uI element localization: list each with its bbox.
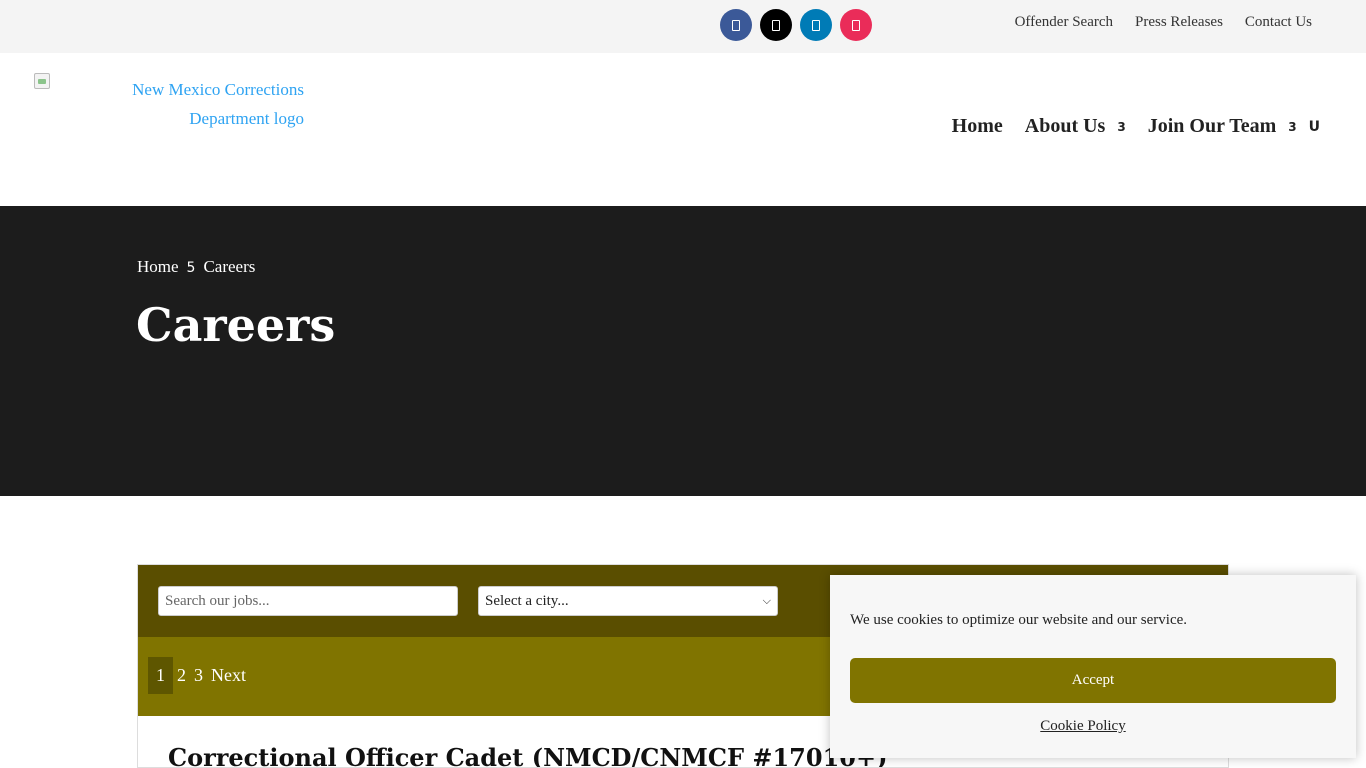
logo-alt-line-1: New Mexico Corrections — [132, 80, 304, 99]
nav-item-about-us[interactable]: About Us 3 — [1025, 115, 1126, 138]
cookie-banner: We use cookies to optimize our website a… — [830, 575, 1356, 758]
site-logo[interactable]: New Mexico Corrections Department logo — [104, 75, 304, 133]
breadcrumb-separator-icon: 5 — [186, 260, 196, 276]
nav-item-join-our-team[interactable]: Join Our Team 3 — [1148, 115, 1297, 138]
chevron-down-icon: 3 — [1117, 119, 1126, 134]
page-2[interactable]: 2 — [173, 657, 190, 694]
accept-cookies-button[interactable]: Accept — [850, 658, 1336, 703]
city-select-value: Select a city... — [485, 592, 569, 609]
page-3[interactable]: 3 — [190, 657, 207, 694]
page-1[interactable]: 1 — [148, 657, 173, 694]
chevron-down-icon: ⌵ — [762, 594, 771, 607]
nav-label-join-our-team: Join Our Team — [1147, 115, 1277, 137]
offender-search-link[interactable]: Offender Search — [1015, 14, 1113, 31]
nav-item-home[interactable]: Home — [952, 115, 1003, 138]
press-releases-link[interactable]: Press Releases — [1135, 14, 1223, 31]
site-header: New Mexico Corrections Department logo H… — [0, 53, 1366, 206]
top-bar: Offender Search Press Releases Contact U… — [0, 0, 1366, 53]
x-icon[interactable] — [760, 9, 792, 41]
logo-alt-line-2: Department logo — [189, 109, 304, 128]
breadcrumb-home[interactable]: Home — [137, 257, 179, 279]
cookie-message: We use cookies to optimize our website a… — [850, 612, 1188, 628]
page-hero: Home 5 Careers Careers — [0, 206, 1366, 496]
job-title[interactable]: Correctional Officer Cadet (NMCD/CNMCF #… — [168, 743, 887, 767]
cookie-policy-link[interactable]: Cookie Policy — [830, 718, 1336, 735]
chevron-down-icon: 3 — [1288, 119, 1297, 134]
search-icon[interactable]: U — [1309, 119, 1320, 135]
top-links: Offender Search Press Releases Contact U… — [1015, 14, 1312, 31]
page-title: Careers — [136, 298, 336, 352]
breadcrumb: Home 5 Careers — [137, 257, 255, 279]
nav-label-about-us: About Us — [1024, 115, 1106, 137]
instagram-icon[interactable] — [840, 9, 872, 41]
nav-label-home: Home — [951, 115, 1003, 137]
broken-image-icon[interactable] — [34, 73, 50, 89]
contact-us-link[interactable]: Contact Us — [1245, 14, 1312, 31]
city-select[interactable]: Select a city... ⌵ — [478, 586, 778, 616]
breadcrumb-current: Careers — [203, 257, 256, 276]
facebook-icon[interactable] — [720, 9, 752, 41]
linkedin-icon[interactable] — [800, 9, 832, 41]
main-nav: Home About Us 3 Join Our Team 3 U — [930, 115, 1320, 138]
job-search-input[interactable] — [158, 586, 458, 616]
next-page-link[interactable]: Next — [207, 657, 250, 694]
